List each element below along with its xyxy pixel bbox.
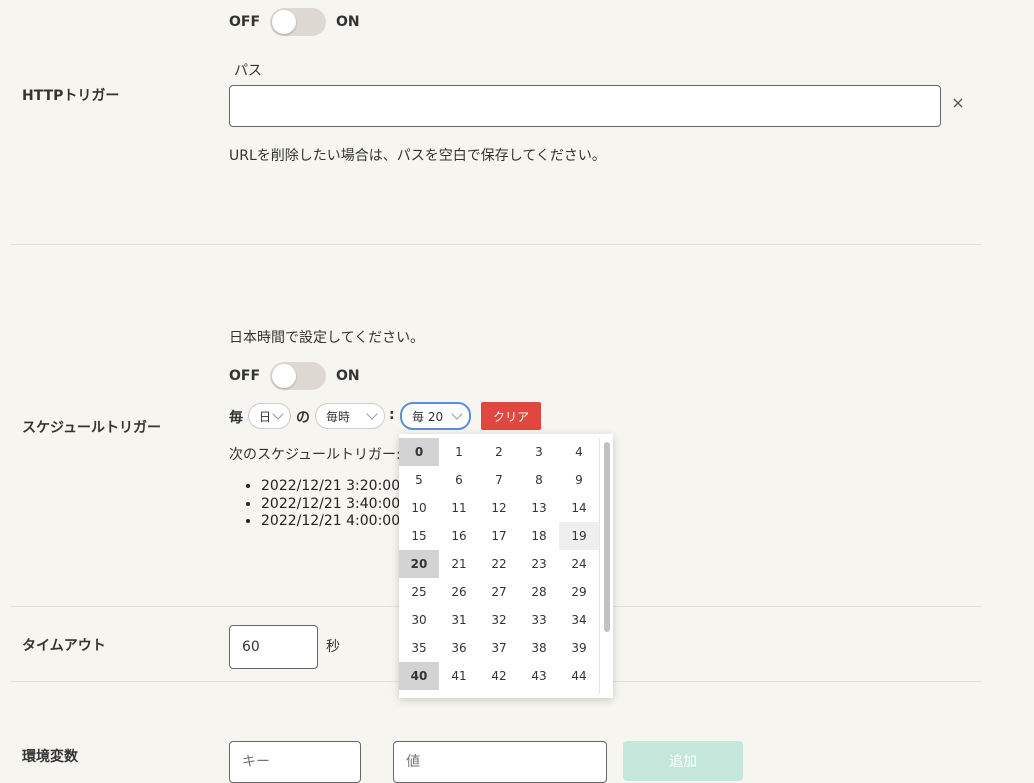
minute-option[interactable]: 25 <box>399 578 439 606</box>
minute-option[interactable]: 31 <box>439 606 479 634</box>
path-input[interactable] <box>229 85 941 127</box>
minute-option[interactable]: 0 <box>399 438 439 466</box>
minute-option[interactable]: 40 <box>399 662 439 690</box>
minute-option[interactable]: 23 <box>519 550 559 578</box>
timeout-input[interactable] <box>229 625 318 669</box>
hour-select-value: 毎時 <box>326 409 351 424</box>
minute-dropdown: 0 1 2 3 4 5 6 7 8 9 10 11 12 13 14 15 16 17 18 19 20 21 22 23 24… <box>399 434 613 698</box>
minute-option[interactable]: 30 <box>399 606 439 634</box>
schedule-trigger-label: スケジュールトリガー <box>22 420 162 436</box>
minute-option[interactable]: 34 <box>559 606 599 634</box>
dropdown-scrollbar[interactable] <box>599 438 613 694</box>
timeout-unit: 秒 <box>326 639 340 655</box>
minute-select-value: 毎 20 <box>412 409 444 424</box>
list-item: 2022/12/21 3:20:00 <box>261 478 400 496</box>
schedule-trigger-toggle-group: OFF ON <box>229 362 360 390</box>
minute-option[interactable]: 20 <box>399 550 439 578</box>
minute-options-grid: 0 1 2 3 4 5 6 7 8 9 10 11 12 13 14 15 16 17 18 19 20 21 22 23 24… <box>399 438 599 690</box>
hour-select[interactable]: 毎時 <box>315 403 385 429</box>
path-note: URLを削除したい場合は、パスを空白で保存してください。 <box>229 148 606 164</box>
chevron-down-icon <box>272 408 284 420</box>
minute-option[interactable]: 21 <box>439 550 479 578</box>
minute-option[interactable]: 36 <box>439 634 479 662</box>
toggle-knob <box>272 10 297 34</box>
minute-option[interactable]: 13 <box>519 494 559 522</box>
toggle-off-label: OFF <box>229 368 261 384</box>
toggle-knob <box>272 364 297 388</box>
minute-option[interactable]: 33 <box>519 606 559 634</box>
of-text: の <box>296 410 310 426</box>
section-divider <box>10 244 982 245</box>
minute-option[interactable]: 43 <box>519 662 559 690</box>
chevron-down-icon <box>451 408 463 420</box>
toggle-on-label: ON <box>336 368 360 384</box>
scrollbar-thumb[interactable] <box>604 442 610 632</box>
chevron-down-icon <box>366 408 378 420</box>
add-env-button[interactable]: 追加 <box>623 741 743 781</box>
minute-option[interactable]: 18 <box>519 522 559 550</box>
minute-option[interactable]: 37 <box>479 634 519 662</box>
path-label: パス <box>234 63 262 79</box>
minute-option[interactable]: 29 <box>559 578 599 606</box>
minute-option[interactable]: 28 <box>519 578 559 606</box>
every-prefix: 毎 <box>229 410 243 426</box>
minute-option[interactable]: 17 <box>479 522 519 550</box>
minute-option[interactable]: 19 <box>559 522 599 550</box>
minute-option[interactable]: 3 <box>519 438 559 466</box>
minute-option[interactable]: 6 <box>439 466 479 494</box>
minute-option[interactable]: 9 <box>559 466 599 494</box>
minute-option[interactable]: 32 <box>479 606 519 634</box>
minute-option[interactable]: 16 <box>439 522 479 550</box>
minute-option[interactable]: 4 <box>559 438 599 466</box>
minute-option[interactable]: 15 <box>399 522 439 550</box>
minute-option[interactable]: 44 <box>559 662 599 690</box>
minute-option[interactable]: 7 <box>479 466 519 494</box>
minute-option[interactable]: 27 <box>479 578 519 606</box>
minute-option[interactable]: 10 <box>399 494 439 522</box>
http-trigger-label: HTTPトリガー <box>22 88 120 104</box>
list-item: 2022/12/21 3:40:00 <box>261 496 400 514</box>
minute-option[interactable]: 2 <box>479 438 519 466</box>
env-key-input[interactable] <box>229 741 361 783</box>
http-trigger-toggle-group: OFF ON <box>229 8 360 36</box>
env-vars-label: 環境変数 <box>22 749 78 765</box>
minute-option[interactable]: 12 <box>479 494 519 522</box>
minute-option[interactable]: 14 <box>559 494 599 522</box>
minute-option[interactable]: 39 <box>559 634 599 662</box>
toggle-on-label: ON <box>336 14 360 30</box>
unit-select[interactable]: 日 <box>248 403 291 429</box>
schedule-trigger-toggle[interactable] <box>270 362 327 390</box>
clear-button[interactable]: クリア <box>481 402 541 430</box>
next-runs-list: 2022/12/21 3:20:00 2022/12/21 3:40:00 20… <box>229 478 400 531</box>
env-value-input[interactable] <box>393 741 607 783</box>
minute-option[interactable]: 42 <box>479 662 519 690</box>
next-schedule-label: 次のスケジュールトリガー: <box>229 447 401 463</box>
minute-option[interactable]: 24 <box>559 550 599 578</box>
minute-select[interactable]: 毎 20 <box>400 402 471 430</box>
toggle-off-label: OFF <box>229 14 261 30</box>
timeout-label: タイムアウト <box>22 638 106 654</box>
unit-select-value: 日 <box>259 409 272 424</box>
minute-option[interactable]: 11 <box>439 494 479 522</box>
close-icon[interactable] <box>951 95 965 109</box>
minute-option[interactable]: 8 <box>519 466 559 494</box>
minute-option[interactable]: 26 <box>439 578 479 606</box>
http-trigger-toggle[interactable] <box>270 8 327 36</box>
timezone-instruction: 日本時間で設定してください。 <box>229 330 425 346</box>
minute-option[interactable]: 22 <box>479 550 519 578</box>
minute-option[interactable]: 41 <box>439 662 479 690</box>
minute-option[interactable]: 5 <box>399 466 439 494</box>
colon: : <box>389 407 395 423</box>
list-item: 2022/12/21 4:00:00 <box>261 513 400 531</box>
minute-option[interactable]: 35 <box>399 634 439 662</box>
minute-option[interactable]: 38 <box>519 634 559 662</box>
minute-option[interactable]: 1 <box>439 438 479 466</box>
